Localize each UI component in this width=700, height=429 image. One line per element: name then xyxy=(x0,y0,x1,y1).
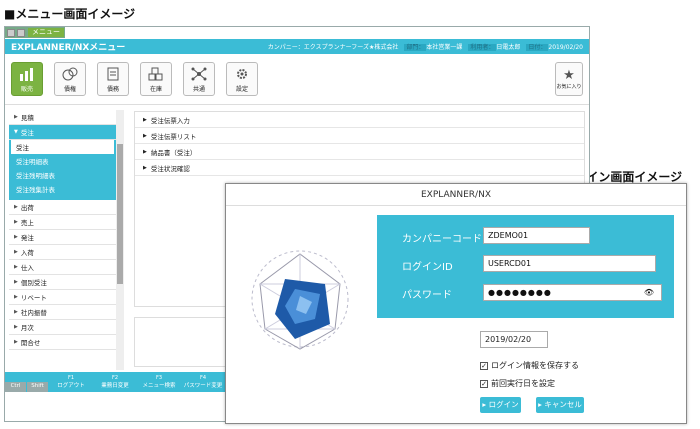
content-item[interactable]: ▶ 受注伝票リスト xyxy=(135,128,584,144)
module-common-button[interactable]: 共通 xyxy=(183,62,215,96)
sidebar-item[interactable]: ▶ 社内振替 xyxy=(9,305,116,320)
back-icon[interactable] xyxy=(7,28,15,37)
menu-heading: ■メニュー画面イメージ xyxy=(4,7,136,21)
sidebar-menu: ▶ 見積 ▼ 受注 受注 受注明細表 受注残明細表 受注残集計表 ▶ 出荷 ▶ 売上 ▶… xyxy=(9,110,116,370)
company-code-label: カンパニーコード xyxy=(402,234,482,245)
window-tab[interactable]: メニュー xyxy=(28,28,64,37)
content-item[interactable]: ▶ 納品書（受注） xyxy=(135,144,584,160)
arrow-right-icon: ▶ xyxy=(14,114,18,120)
f2-date-change-key[interactable]: F2 業務日変更 xyxy=(93,374,137,392)
shift-key[interactable]: Shift xyxy=(27,382,48,392)
login-button[interactable]: ▸ ログイン xyxy=(480,397,521,413)
module-receivable-button[interactable]: 債権 xyxy=(54,62,86,96)
module-settings-button[interactable]: 設定 xyxy=(226,62,258,96)
sidebar-item[interactable]: ▶ 発注 xyxy=(9,230,116,245)
sidebar-item[interactable]: ▶ 出荷 xyxy=(9,200,116,215)
f4-password-change-key[interactable]: F4 パスワード変更 xyxy=(181,374,225,392)
submenu-item[interactable]: 受注残集計表 xyxy=(11,182,114,196)
login-window: EXPLANNER/NX カンパニーコード ZDEMO01 ログインID USE… xyxy=(225,183,687,424)
password-label: パスワード xyxy=(402,290,452,301)
sidebar-item[interactable]: ▶ 売上 xyxy=(9,215,116,230)
forward-icon[interactable] xyxy=(17,28,25,37)
sidebar-scrollbar[interactable] xyxy=(116,110,124,370)
invoice-icon xyxy=(107,67,119,81)
scrollbar-thumb[interactable] xyxy=(117,144,123,284)
password-input[interactable]: ●●●●●●●● 👁 xyxy=(483,284,662,301)
module-toolbar: 販売 債権 債務 在庫 共通 設定 ★ お気に入り xyxy=(5,57,589,105)
content-item[interactable]: ▶ 受注伝票入力 xyxy=(135,112,584,128)
submenu-item[interactable]: 受注残明細表 xyxy=(11,168,114,182)
save-login-checkbox[interactable]: ✓ ログイン情報を保存する xyxy=(480,360,579,371)
company-info: カンパニー：エクスプランナーフーズ★株式会社 xyxy=(267,44,399,51)
user-info: 利用者： 日電太郎 xyxy=(468,44,521,51)
checkmark-icon: ✓ xyxy=(480,361,488,370)
content-item[interactable]: ▶ 受注状況確認 xyxy=(135,160,584,176)
sidebar-item[interactable]: ▶ 月次 xyxy=(9,320,116,335)
sales-chart-icon xyxy=(20,68,33,81)
module-payable-button[interactable]: 債務 xyxy=(97,62,129,96)
company-code-input[interactable]: ZDEMO01 xyxy=(483,227,590,244)
ctrl-key[interactable]: Ctrl xyxy=(5,382,26,392)
date-info: 日付： 2019/02/20 xyxy=(526,44,583,51)
session-info: カンパニー：エクスプランナーフーズ★株式会社 部門： 本社営業一課 利用者： 日電太… xyxy=(268,42,583,51)
sidebar-item[interactable]: ▶ 入荷 xyxy=(9,245,116,260)
login-id-input[interactable]: USERCD01 xyxy=(483,255,656,272)
show-password-icon[interactable]: 👁 xyxy=(644,285,655,300)
business-date-input[interactable]: 2019/02/20 xyxy=(480,331,548,348)
globe-logo-icon xyxy=(251,250,349,350)
sidebar-item[interactable]: ▶ 見積 xyxy=(9,110,116,125)
module-sales-button[interactable]: 販売 xyxy=(11,62,43,96)
cancel-button[interactable]: ▸ キャンセル xyxy=(536,397,584,413)
sidebar-submenu: 受注 受注明細表 受注残明細表 受注残集計表 xyxy=(9,140,116,200)
gear-icon xyxy=(237,69,247,79)
boxes-icon xyxy=(148,67,163,81)
prev-date-checkbox[interactable]: ✓ 前回実行日を設定 xyxy=(480,378,555,389)
window-tab-bar: メニュー xyxy=(5,27,65,38)
sidebar-item[interactable]: ▶ 開合せ xyxy=(9,335,116,350)
coins-icon xyxy=(62,67,78,81)
sidebar-item[interactable]: ▶ リベート xyxy=(9,290,116,305)
sidebar-item-open[interactable]: ▼ 受注 xyxy=(9,125,116,140)
module-inventory-button[interactable]: 在庫 xyxy=(140,62,172,96)
login-title: EXPLANNER/NX xyxy=(226,184,686,206)
favorites-button[interactable]: ★ お気に入り xyxy=(555,62,583,96)
f1-logout-key[interactable]: F1 ログアウト xyxy=(49,374,93,392)
arrow-down-icon: ▼ xyxy=(14,129,18,135)
submenu-item[interactable]: 受注明細表 xyxy=(11,154,114,168)
sidebar-item[interactable]: ▶ 個別受注 xyxy=(9,275,116,290)
f3-menu-search-key[interactable]: F3 メニュー検索 xyxy=(137,374,181,392)
login-id-label: ログインID xyxy=(402,262,453,273)
login-form-panel: カンパニーコード ZDEMO01 ログインID USERCD01 パスワード ●… xyxy=(377,215,674,318)
sidebar-item[interactable]: ▶ 仕入 xyxy=(9,260,116,275)
menu-titlebar: EXPLANNER/NXメニュー カンパニー：エクスプランナーフーズ★株式会社 … xyxy=(5,39,589,54)
star-icon: ★ xyxy=(563,68,575,83)
app-title: EXPLANNER/NXメニュー xyxy=(11,43,126,53)
checkmark-icon: ✓ xyxy=(480,379,488,388)
submenu-item-selected[interactable]: 受注 xyxy=(11,140,114,154)
dept-info: 部門： 本社営業一課 xyxy=(404,44,463,51)
network-icon xyxy=(191,67,207,81)
